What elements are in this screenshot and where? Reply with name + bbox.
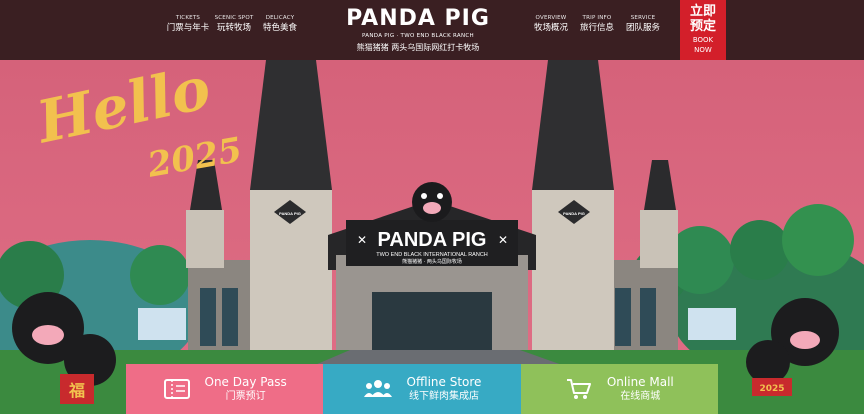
pig-right-snout <box>790 331 820 349</box>
book-en-line2: NOW <box>694 46 712 54</box>
pig-character-right-2 <box>746 340 790 384</box>
nav-trip-info[interactable]: TRIP INFO 旅行信息 <box>574 14 620 34</box>
small-tower-left <box>186 210 224 268</box>
one-day-pass-button[interactable]: One Day Pass 门票预订 <box>126 364 324 414</box>
fu-character: 福 <box>68 381 85 400</box>
pig-left-snout <box>32 325 64 345</box>
logo-subtitle-zh: 熊猫猪猪 两头乌国际网红打卡牧场 <box>356 43 480 52</box>
online-mall-text: Online Mall 在线商城 <box>607 374 674 404</box>
pig-logo-eye-right <box>437 193 443 199</box>
nav-scenic-zh: 玩转牧场 <box>216 23 251 33</box>
sign-x-right: ✕ <box>498 233 508 247</box>
pig-logo-snout <box>423 202 441 214</box>
online-mall-button[interactable]: Online Mall 在线商城 <box>520 364 718 414</box>
left-window-1 <box>200 288 216 346</box>
fountain-right <box>688 308 736 340</box>
offline-store-label: Offline Store <box>406 375 482 389</box>
nav-tickets-zh: 门票与年卡 <box>166 23 210 33</box>
hero-illustration: Hello 2025 PANDA PIG TWO END BLACK INTER… <box>0 60 864 414</box>
sign-x-left: ✕ <box>357 233 367 247</box>
nav-trip-zh: 旅行信息 <box>579 23 614 33</box>
book-now-button[interactable]: 立即 预定 BOOK NOW <box>680 0 726 60</box>
cart-icon <box>566 379 591 399</box>
ticket-icon <box>163 379 190 399</box>
nav-right: OVERVIEW 牧场概况 TRIP INFO 旅行信息 SERVICE 团队服… <box>528 14 666 34</box>
left-window-2 <box>222 288 238 346</box>
nav-scenic-spot[interactable]: SCENIC SPOT 玩转牧场 <box>211 14 257 34</box>
book-zh-line1: 立即 <box>689 4 716 19</box>
people-icon <box>363 380 392 397</box>
nav-overview-zh: 牧场概况 <box>533 23 568 33</box>
online-mall-sub: 在线商城 <box>620 391 661 402</box>
sign-subtitle: TWO END BLACK INTERNATIONAL RANCH <box>376 252 488 258</box>
book-zh-line2: 预定 <box>689 19 716 34</box>
nav-service-zh: 团队服务 <box>625 23 660 33</box>
sign-zh: 熊猫猪猪 · 两头乌国际牧场 <box>402 258 462 265</box>
hero-banner: Hello 2025 PANDA PIG TWO END BLACK INTER… <box>0 60 864 414</box>
tree-left-1 <box>130 245 190 305</box>
nav-overview-en: OVERVIEW <box>535 15 567 21</box>
quick-actions: One Day Pass 门票预订 Offline Store 线下鲜肉集成店 … <box>126 364 718 414</box>
nav-overview[interactable]: OVERVIEW 牧场概况 <box>528 14 574 34</box>
one-day-pass-label: One Day Pass <box>204 375 287 389</box>
nav-tickets[interactable]: TICKETS 门票与年卡 <box>165 14 211 34</box>
one-day-pass-text: One Day Pass 门票预订 <box>205 374 287 404</box>
main-tower-right-roof <box>532 60 614 190</box>
sign-title: PANDA PIG <box>378 229 487 251</box>
site-logo[interactable]: PANDA PIG PANDA PIG · TWO END BLACK RANC… <box>338 6 498 54</box>
nav-service-en: SERVICE <box>630 15 656 21</box>
nav-delicacy-en: DELICACY <box>265 15 295 21</box>
nav-delicacy[interactable]: DELICACY 特色美食 <box>257 14 303 34</box>
offline-store-text: Offline Store 线下鲜肉集成店 <box>407 374 482 404</box>
center-gate <box>372 292 492 350</box>
tower-badge-right-text: PANDA PIG <box>563 211 585 216</box>
small-tower-right <box>640 210 678 268</box>
nav-trip-en: TRIP INFO <box>582 15 612 21</box>
tree-right-3 <box>730 220 790 280</box>
logo-subtitle-en: PANDA PIG · TWO END BLACK RANCH <box>362 33 474 39</box>
site-header: TICKETS 门票与年卡 SCENIC SPOT 玩转牧场 DELICACY … <box>0 0 864 60</box>
tree-right-4 <box>782 204 854 276</box>
book-en-line1: BOOK <box>692 36 714 44</box>
offline-store-sub: 线下鲜肉集成店 <box>408 391 479 402</box>
fountain-left <box>138 308 186 340</box>
hello-year: 2025 <box>144 130 245 186</box>
offline-store-button[interactable]: Offline Store 线下鲜肉集成店 <box>323 364 521 414</box>
pig-logo-eye-left <box>421 193 427 199</box>
tower-badge-left-text: PANDA PIG <box>279 211 301 216</box>
main-tower-left-roof <box>250 60 332 190</box>
nav-service[interactable]: SERVICE 团队服务 <box>620 14 666 34</box>
nav-left: TICKETS 门票与年卡 SCENIC SPOT 玩转牧场 DELICACY … <box>165 14 303 34</box>
small-tower-right-roof <box>644 160 676 210</box>
one-day-pass-sub: 门票预订 <box>225 391 266 402</box>
online-mall-label: Online Mall <box>606 375 674 389</box>
banner-year-text: 2025 <box>759 384 784 394</box>
nav-delicacy-zh: 特色美食 <box>262 23 297 33</box>
nav-scenic-en: SCENIC SPOT <box>214 15 254 21</box>
right-window-2 <box>640 288 656 346</box>
right-window-1 <box>615 288 631 346</box>
logo-title: PANDA PIG <box>346 6 490 31</box>
nav-tickets-en: TICKETS <box>175 15 201 21</box>
